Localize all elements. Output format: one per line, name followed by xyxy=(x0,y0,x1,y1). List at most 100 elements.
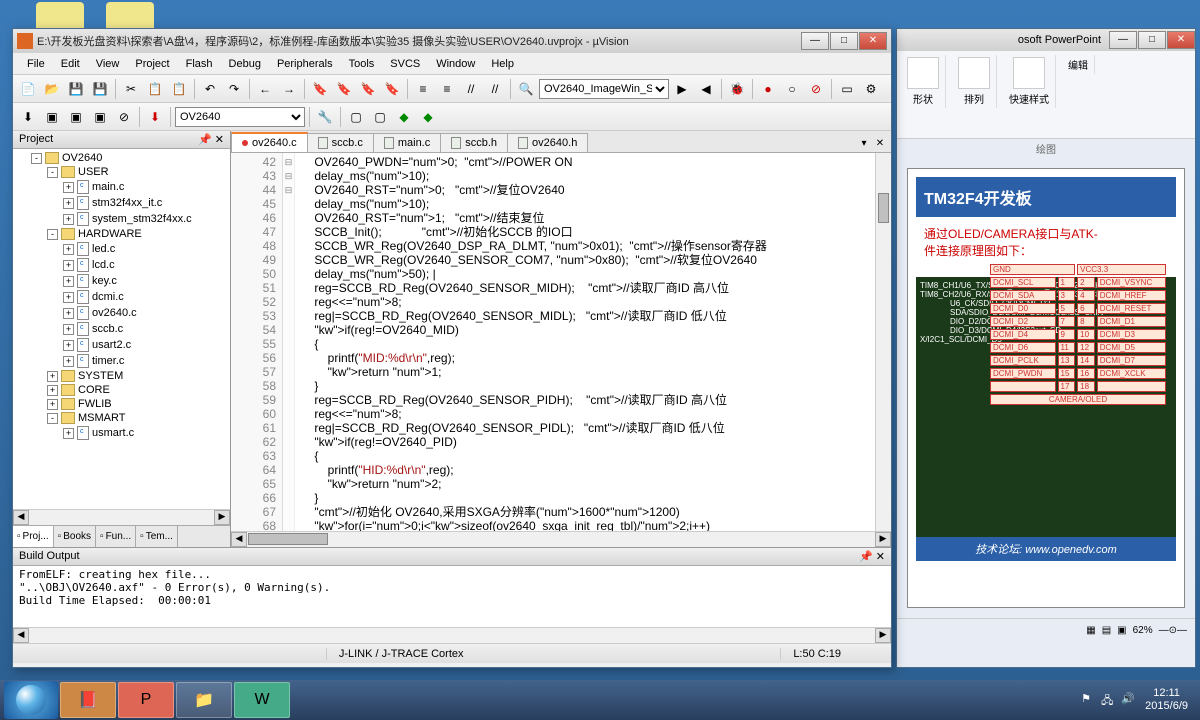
tree-node-system_stm32f4xx-c[interactable]: +system_stm32f4xx.c xyxy=(15,211,228,227)
taskbar-item-wps[interactable]: W xyxy=(234,682,290,718)
tree-node-lcd-c[interactable]: +lcd.c xyxy=(15,257,228,273)
project-tree[interactable]: -OV2640-USER+main.c+stm32f4xx_it.c+syste… xyxy=(13,149,230,509)
tree-node-OV2640[interactable]: -OV2640 xyxy=(15,151,228,165)
ribbon-group-arrange[interactable]: 排列 xyxy=(952,55,997,108)
breakpoint-disable-button[interactable]: ○ xyxy=(781,78,803,100)
tree-node-SYSTEM[interactable]: +SYSTEM xyxy=(15,369,228,383)
tray-flag-icon[interactable]: ⚑ xyxy=(1081,692,1097,708)
tree-node-ov2640-c[interactable]: +ov2640.c xyxy=(15,305,228,321)
tree-node-led-c[interactable]: +led.c xyxy=(15,241,228,257)
menu-window[interactable]: Window xyxy=(428,56,483,72)
file-ext-button[interactable]: ▢ xyxy=(345,106,367,128)
menu-peripherals[interactable]: Peripherals xyxy=(269,56,341,72)
tree-node-dcmi-c[interactable]: +dcmi.c xyxy=(15,289,228,305)
tray-network-icon[interactable]: 🖧 xyxy=(1101,692,1117,708)
close-button[interactable]: ✕ xyxy=(859,32,887,50)
bookmark-prev-button[interactable]: 🔖 xyxy=(333,78,355,100)
save-all-button[interactable]: 💾 xyxy=(89,78,111,100)
ppt-titlebar[interactable]: osoft PowerPoint — □ ✕ xyxy=(897,29,1195,51)
menu-help[interactable]: Help xyxy=(483,56,522,72)
tree-node-key-c[interactable]: +key.c xyxy=(15,273,228,289)
ppt-close-button[interactable]: ✕ xyxy=(1167,31,1195,49)
find-prev-button[interactable]: ◀ xyxy=(695,78,717,100)
comment-button[interactable]: // xyxy=(460,78,482,100)
titlebar[interactable]: E:\开发板光盘资料\探索者\A盘\4，程序源码\2，标准例程-库函数版本\实验… xyxy=(13,29,891,53)
editor-hscroll[interactable]: ◀ ▶ xyxy=(231,531,891,547)
target-combo[interactable]: OV2640 xyxy=(175,107,305,127)
rebuild-button[interactable]: ▣ xyxy=(65,106,87,128)
tree-node-timer-c[interactable]: +timer.c xyxy=(15,353,228,369)
tree-node-usart2-c[interactable]: +usart2.c xyxy=(15,337,228,353)
nav-fwd-button[interactable]: → xyxy=(278,78,300,100)
batch-build-button[interactable]: ▣ xyxy=(89,106,111,128)
panel-tab-1[interactable]: ▫Books xyxy=(54,526,96,547)
tree-node-HARDWARE[interactable]: -HARDWARE xyxy=(15,227,228,241)
code-text[interactable]: OV2640_PWDN="num">0; "cmt">//POWER ON de… xyxy=(295,153,875,531)
taskbar-item-explorer[interactable]: 📁 xyxy=(176,682,232,718)
ppt-minimize-button[interactable]: — xyxy=(1109,31,1137,49)
tree-node-USER[interactable]: -USER xyxy=(15,165,228,179)
project-hscroll[interactable]: ◀ ▶ xyxy=(13,509,230,525)
open-file-button[interactable]: 📂 xyxy=(41,78,63,100)
ppt-zoom-slider[interactable]: —⊙— xyxy=(1159,625,1187,636)
menu-view[interactable]: View xyxy=(88,56,128,72)
tray-volume-icon[interactable]: 🔊 xyxy=(1121,692,1137,708)
books-button[interactable]: ◆ xyxy=(393,106,415,128)
nav-back-button[interactable]: ← xyxy=(254,78,276,100)
ppt-view-sorter-icon[interactable]: ▤ xyxy=(1102,625,1111,636)
tree-node-stm32f4xx_it-c[interactable]: +stm32f4xx_it.c xyxy=(15,195,228,211)
download-button[interactable]: ⬇ xyxy=(144,106,166,128)
menu-debug[interactable]: Debug xyxy=(221,56,269,72)
stop-build-button[interactable]: ⊘ xyxy=(113,106,135,128)
ribbon-group-edit[interactable]: 编辑 xyxy=(1062,55,1095,74)
ppt-maximize-button[interactable]: □ xyxy=(1138,31,1166,49)
scroll-right-icon[interactable]: ▶ xyxy=(214,510,230,525)
build-output-text[interactable]: FromELF: creating hex file... "..\OBJ\OV… xyxy=(13,566,891,627)
menu-edit[interactable]: Edit xyxy=(53,56,88,72)
config-button[interactable]: ⚙ xyxy=(860,78,882,100)
save-button[interactable]: 💾 xyxy=(65,78,87,100)
tree-node-main-c[interactable]: +main.c xyxy=(15,179,228,195)
cut-button[interactable]: ✂ xyxy=(120,78,142,100)
menu-svcs[interactable]: SVCS xyxy=(382,56,428,72)
tree-node-usmart-c[interactable]: +usmart.c xyxy=(15,425,228,441)
build-button[interactable]: ▣ xyxy=(41,106,63,128)
tree-node-FWLIB[interactable]: +FWLIB xyxy=(15,397,228,411)
output-hscroll[interactable]: ◀▶ xyxy=(13,627,891,643)
minimize-button[interactable]: — xyxy=(801,32,829,50)
panel-tab-3[interactable]: ▫Tem... xyxy=(136,526,178,547)
maximize-button[interactable]: □ xyxy=(830,32,858,50)
uncomment-button[interactable]: // xyxy=(484,78,506,100)
manage-button[interactable]: ▢ xyxy=(369,106,391,128)
file-tab-sccb-h[interactable]: sccb.h xyxy=(440,133,508,152)
find-button[interactable]: 🔍 xyxy=(515,78,537,100)
breakpoint-button[interactable]: ● xyxy=(757,78,779,100)
taskbar-item-pdf[interactable]: 📕 xyxy=(60,682,116,718)
undo-button[interactable]: ↶ xyxy=(199,78,221,100)
ppt-view-slideshow-icon[interactable]: ▣ xyxy=(1117,625,1126,636)
new-file-button[interactable]: 📄 xyxy=(17,78,39,100)
tree-node-sccb-c[interactable]: +sccb.c xyxy=(15,321,228,337)
menu-flash[interactable]: Flash xyxy=(178,56,221,72)
editor-scroll-left-icon[interactable]: ◀ xyxy=(231,532,247,547)
bookmark-button[interactable]: 🔖 xyxy=(309,78,331,100)
breakpoint-kill-button[interactable]: ⊘ xyxy=(805,78,827,100)
menu-file[interactable]: File xyxy=(19,56,53,72)
file-tab-main-c[interactable]: main.c xyxy=(373,133,441,152)
ppt-zoom[interactable]: 62% xyxy=(1133,625,1153,636)
panel-tab-0[interactable]: ▫Proj... xyxy=(13,526,54,547)
file-tab-ov2640-c[interactable]: ov2640.c xyxy=(231,132,308,152)
window-button[interactable]: ▭ xyxy=(836,78,858,100)
bookmark-next-button[interactable]: 🔖 xyxy=(357,78,379,100)
start-button[interactable] xyxy=(4,681,58,719)
paste-button[interactable]: 📋 xyxy=(168,78,190,100)
taskbar-item-powerpoint[interactable]: P xyxy=(118,682,174,718)
ppt-view-normal-icon[interactable]: ▦ xyxy=(1086,625,1095,636)
ppt-slide[interactable]: TM32F4开发板 通过OLED/CAMERA接口与ATK- 件连接原理图如下：… xyxy=(907,168,1185,608)
bookmark-clear-button[interactable]: 🔖 xyxy=(381,78,403,100)
tab-dropdown-icon[interactable]: ▾ xyxy=(857,138,871,152)
clock[interactable]: 12:11 2015/6/9 xyxy=(1145,687,1188,713)
menu-project[interactable]: Project xyxy=(127,56,177,72)
translate-button[interactable]: ⬇ xyxy=(17,106,39,128)
debug-button[interactable]: 🐞 xyxy=(726,78,748,100)
